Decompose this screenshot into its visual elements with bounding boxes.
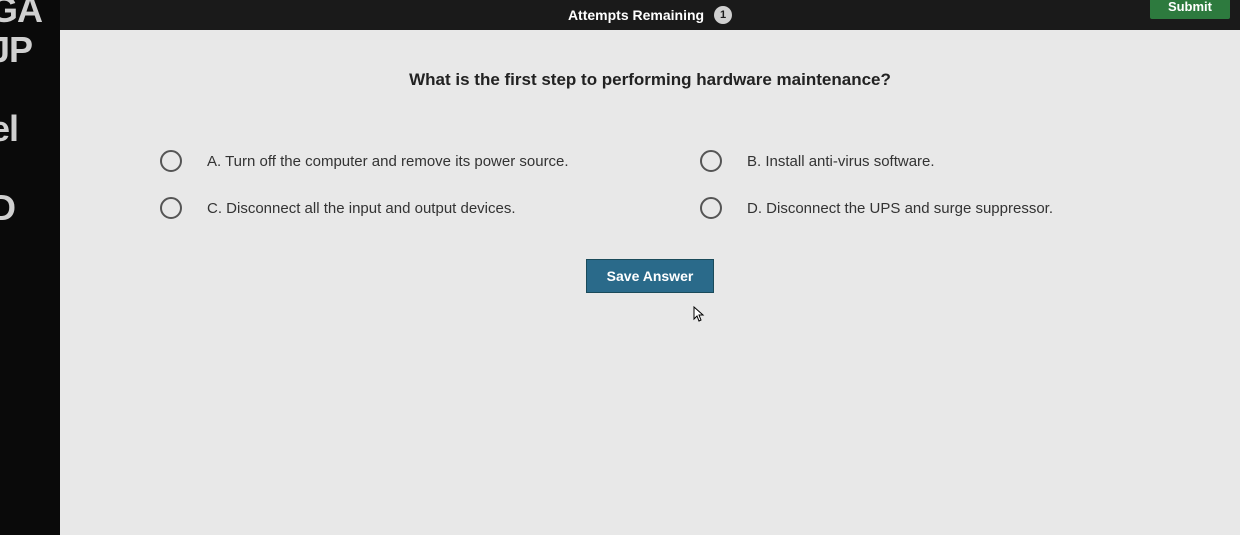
radio-d[interactable] bbox=[700, 197, 722, 219]
option-a-label[interactable]: A. Turn off the computer and remove its … bbox=[207, 153, 569, 170]
question-prompt: What is the first step to performing har… bbox=[120, 70, 1180, 90]
option-d-label[interactable]: D. Disconnect the UPS and surge suppress… bbox=[747, 200, 1053, 217]
radio-a[interactable] bbox=[160, 150, 182, 172]
sidebar-text: GA JP el D l bbox=[0, 0, 42, 267]
option-b-label[interactable]: B. Install anti-virus software. bbox=[747, 153, 935, 170]
option-d: D. Disconnect the UPS and surge suppress… bbox=[700, 197, 1160, 219]
question-content: What is the first step to performing har… bbox=[60, 30, 1240, 535]
option-c: C. Disconnect all the input and output d… bbox=[160, 197, 620, 219]
top-bar: Attempts Remaining 1 Submit bbox=[60, 0, 1240, 30]
attempts-count-badge: 1 bbox=[714, 6, 732, 24]
option-c-label[interactable]: C. Disconnect all the input and output d… bbox=[207, 200, 516, 217]
attempts-remaining-label: Attempts Remaining bbox=[568, 7, 704, 23]
sidebar: GA JP el D l bbox=[0, 0, 60, 535]
options-grid: A. Turn off the computer and remove its … bbox=[160, 150, 1160, 219]
cursor-icon bbox=[690, 305, 706, 325]
submit-button[interactable]: Submit bbox=[1150, 0, 1230, 19]
option-a: A. Turn off the computer and remove its … bbox=[160, 150, 620, 172]
radio-b[interactable] bbox=[700, 150, 722, 172]
option-b: B. Install anti-virus software. bbox=[700, 150, 1160, 172]
save-answer-button[interactable]: Save Answer bbox=[586, 259, 715, 293]
radio-c[interactable] bbox=[160, 197, 182, 219]
